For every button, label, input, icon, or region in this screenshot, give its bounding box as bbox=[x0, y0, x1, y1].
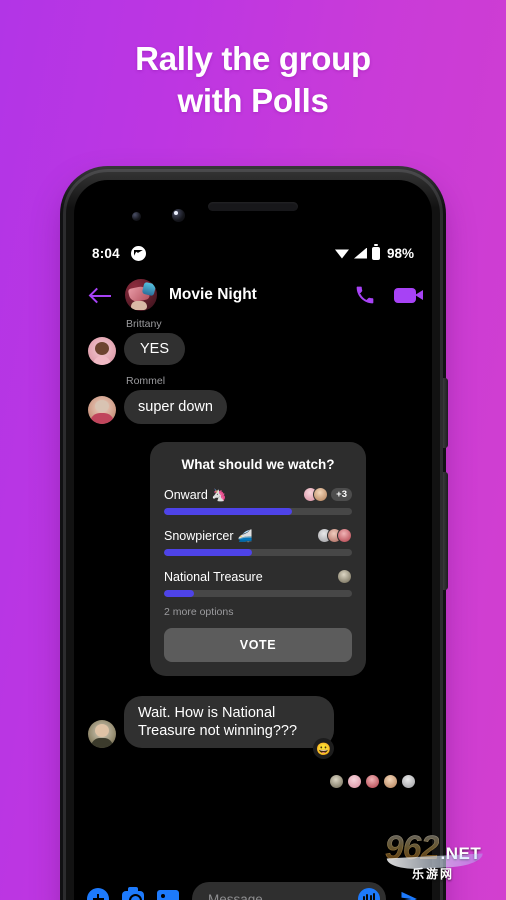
message-bubble[interactable]: Wait. How is National Treasure not winni… bbox=[124, 696, 334, 748]
avatar[interactable] bbox=[88, 396, 116, 424]
wifi-icon bbox=[334, 249, 349, 259]
message-group-last: Wait. How is National Treasure not winni… bbox=[88, 696, 418, 759]
poll-option[interactable]: Onward 🦄 +3 bbox=[164, 487, 352, 515]
chat-header: Movie Night bbox=[74, 273, 432, 317]
voice-clip-icon[interactable] bbox=[358, 888, 380, 900]
gallery-image-icon[interactable] bbox=[157, 889, 179, 900]
poll-option-bar-fill bbox=[164, 549, 253, 556]
message-bubble[interactable]: super down bbox=[124, 390, 227, 424]
poll-option-bar bbox=[164, 508, 352, 515]
video-call-icon[interactable] bbox=[394, 287, 423, 303]
avatar bbox=[329, 774, 344, 789]
message-group-rommel: Rommel super down bbox=[88, 375, 418, 424]
avatar bbox=[337, 528, 352, 543]
sender-name: Rommel bbox=[126, 375, 166, 387]
avatar bbox=[347, 774, 362, 789]
chat-header-actions bbox=[355, 285, 423, 305]
battery-icon bbox=[371, 244, 380, 260]
poll-option-label: National Treasure bbox=[164, 569, 263, 584]
promo-screenshot: Rally the group with Polls 8:04 98% Movi… bbox=[0, 0, 506, 900]
message-row: super down bbox=[88, 390, 418, 424]
promo-headline: Rally the group with Polls bbox=[0, 38, 506, 122]
seen-by-avatars bbox=[88, 774, 418, 789]
sensor-dot-icon bbox=[132, 212, 141, 221]
poll-option[interactable]: National Treasure bbox=[164, 569, 352, 597]
power-button[interactable] bbox=[443, 472, 448, 590]
front-camera-icon bbox=[172, 209, 185, 222]
vote-button[interactable]: VOTE bbox=[164, 628, 352, 662]
avatar[interactable] bbox=[88, 337, 116, 365]
avatar bbox=[365, 774, 380, 789]
cellular-signal-icon bbox=[353, 247, 367, 259]
sender-name: Brittany bbox=[126, 318, 162, 330]
chat-title: Movie Night bbox=[169, 286, 257, 303]
message-input-wrapper[interactable] bbox=[192, 882, 386, 900]
message-composer bbox=[74, 866, 432, 900]
message-list: Brittany YES Rommel super down What shou… bbox=[74, 318, 432, 866]
poll-option-bar bbox=[164, 590, 352, 597]
promo-headline-line-2: with Polls bbox=[177, 82, 329, 119]
send-icon[interactable] bbox=[399, 889, 419, 900]
avatar[interactable] bbox=[88, 720, 116, 748]
poll-more-options[interactable]: 2 more options bbox=[164, 606, 352, 618]
phone-device-frame: 8:04 98% Movie Night Brittany YES Rommel… bbox=[60, 166, 448, 900]
watermark-tld: .NET bbox=[440, 843, 482, 863]
poll-option-bar bbox=[164, 549, 352, 556]
poll-option-label: Snowpiercer bbox=[164, 528, 234, 543]
poll-option-voters: +3 bbox=[303, 487, 352, 502]
message-row: YES bbox=[88, 333, 418, 365]
poll-option-bar-fill bbox=[164, 590, 195, 597]
voter-overflow-badge: +3 bbox=[331, 487, 352, 502]
train-icon: 🚄 bbox=[237, 528, 253, 543]
poll-option-voters bbox=[317, 528, 352, 543]
status-bar: 8:04 98% bbox=[74, 242, 432, 264]
poll-option-label: Onward bbox=[164, 487, 208, 502]
poll-option-voters bbox=[337, 569, 352, 584]
message-input[interactable] bbox=[208, 891, 358, 900]
unicorn-icon: 🦄 bbox=[211, 487, 227, 502]
message-row: Wait. How is National Treasure not winni… bbox=[88, 696, 418, 748]
message-group-brittany: Brittany YES bbox=[88, 318, 418, 365]
poll-option[interactable]: Snowpiercer 🚄 bbox=[164, 528, 352, 556]
poll-option-label-wrap: Onward 🦄 bbox=[164, 488, 227, 502]
group-avatar[interactable] bbox=[125, 279, 157, 311]
avatar bbox=[313, 487, 329, 502]
phone-call-icon[interactable] bbox=[355, 285, 375, 305]
add-plus-icon[interactable] bbox=[87, 888, 109, 900]
message-reaction[interactable]: 😀 bbox=[313, 738, 334, 759]
avatar bbox=[401, 774, 416, 789]
status-time: 8:04 bbox=[92, 245, 120, 261]
phone-screen: 8:04 98% Movie Night Brittany YES Rommel… bbox=[74, 180, 432, 900]
poll-option-label-wrap: Snowpiercer 🚄 bbox=[164, 529, 252, 543]
volume-button[interactable] bbox=[443, 378, 448, 448]
poll-option-bar-fill bbox=[164, 508, 292, 515]
avatar bbox=[383, 774, 398, 789]
message-bubble[interactable]: YES bbox=[124, 333, 186, 365]
back-arrow-icon[interactable] bbox=[90, 284, 112, 306]
poll-option-label-wrap: National Treasure bbox=[164, 570, 263, 584]
battery-percent: 98% bbox=[386, 245, 414, 261]
earpiece-speaker bbox=[208, 202, 298, 211]
poll-question: What should we watch? bbox=[181, 457, 335, 472]
messenger-icon bbox=[130, 245, 146, 261]
promo-headline-line-1: Rally the group bbox=[135, 40, 371, 77]
avatar bbox=[337, 569, 352, 584]
camera-icon[interactable] bbox=[122, 887, 144, 900]
poll-card: What should we watch? Onward 🦄 +3 Snowpi… bbox=[150, 442, 366, 676]
status-indicators: 98% bbox=[334, 244, 414, 261]
